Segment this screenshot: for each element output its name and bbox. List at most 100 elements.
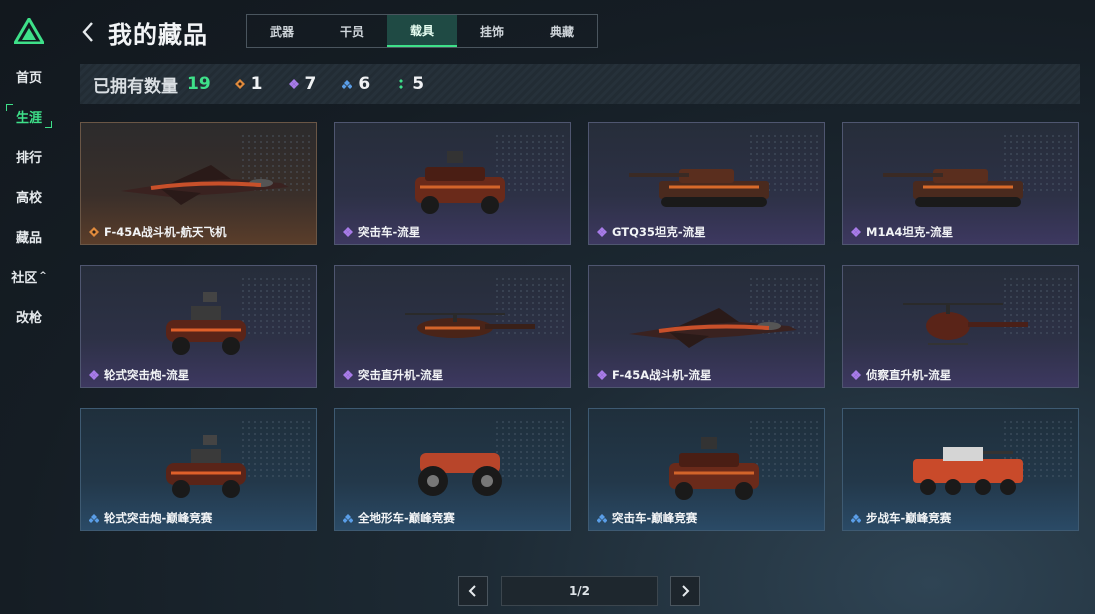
owned-count-label: 已拥有数量 [93,76,178,97]
sidebar-item-home[interactable]: 首页 [6,64,52,88]
stat-green-count: 5 [412,74,425,94]
orange-rarity-icon [234,79,245,89]
card-name: 突击车-巅峰竞赛 [612,511,698,525]
stat-blue: 6 [342,74,370,94]
page-indicator: 1/2 [501,576,658,606]
purple-rarity-icon [597,370,607,380]
stat-blue-count: 6 [358,74,371,94]
card-label: M1A4坦克-流星 [851,224,953,240]
collection-card[interactable]: 突击车-流星 [334,122,571,245]
orange-rarity-icon [89,227,99,237]
next-page-button[interactable] [670,576,700,606]
scout-helicopter-icon [903,303,1028,345]
assault-vehicle-icon [669,437,759,500]
owned-total: 19 [187,74,211,94]
sidebar: 首页 生涯 排行 高校 藏品 社区 ^ 改枪 [0,0,58,614]
page-title: 我的藏品 [108,21,208,49]
sidebar-item-label: 高校 [15,190,42,206]
collection-card[interactable]: 突击车-巅峰竞赛 [588,408,825,531]
card-name: 步战车-巅峰竞赛 [866,511,952,525]
card-label: 突击直升机-流星 [343,367,443,383]
purple-rarity-icon [597,227,607,237]
attack-helicopter-icon [405,313,535,338]
card-label: F-45A战斗机-流星 [597,367,711,383]
collection-card[interactable]: 步战车-巅峰竞赛 [842,408,1079,531]
tank-icon [883,169,1023,207]
blue-rarity-icon [597,514,607,523]
blue-rarity-icon [89,514,99,523]
collection-card[interactable]: M1A4坦克-流星 [842,122,1079,245]
collection-card[interactable]: F-45A战斗机-流星 [588,265,825,388]
prev-page-button[interactable] [458,576,488,606]
card-name: M1A4坦克-流星 [866,225,954,239]
stat-orange: 1 [234,74,263,94]
sidebar-item-university[interactable]: 高校 [6,184,52,208]
collection-card[interactable]: 突击直升机-流星 [334,265,571,388]
stat-green: 5 [396,74,424,94]
stat-purple-count: 7 [304,74,317,94]
chevron-left-icon [468,585,476,597]
green-rarity-icon [399,79,404,89]
card-name: GTQ35坦克-流星 [612,225,706,239]
sidebar-item-community[interactable]: 社区 ^ [6,264,52,288]
purple-rarity-icon [288,79,299,89]
purple-rarity-icon [89,370,99,380]
tab-operators[interactable]: 干员 [317,15,387,47]
collection-card[interactable]: 轮式突击炮-流星 [80,265,317,388]
assault-vehicle-icon [415,151,505,214]
chevron-right-icon [682,585,690,597]
card-name: 侦察直升机-流星 [866,368,952,382]
tab-weapons[interactable]: 武器 [247,15,317,47]
jet-icon [121,165,289,205]
back-arrow-icon[interactable] [80,20,96,44]
card-label: 轮式突击炮-巅峰竞赛 [89,510,212,526]
card-label: GTQ35坦克-流星 [597,224,706,240]
card-label: 突击车-流星 [343,224,420,240]
sidebar-item-label: 生涯 [15,110,42,126]
category-tabs: 武器 干员 载具 挂饰 典藏 [246,14,598,48]
sidebar-item-label: 藏品 [15,230,42,246]
collection-grid: F-45A战斗机-航天飞机 突击车-流星 GTQ35坦克-流星 M1A4坦克-流星轮式… [80,122,1080,531]
stat-purple: 7 [288,74,317,94]
tab-vehicles[interactable]: 载具 [387,15,457,47]
sidebar-item-ranking[interactable]: 排行 [6,144,52,168]
collection-card[interactable]: GTQ35坦克-流星 [588,122,825,245]
sidebar-item-label: 首页 [15,70,42,86]
sidebar-item-label: 排行 [15,150,42,166]
collection-card[interactable]: F-45A战斗机-航天飞机 [80,122,317,245]
ifv-icon [913,447,1023,495]
blue-rarity-icon [342,80,353,89]
stat-orange-count: 1 [250,74,263,94]
chevron-up-icon: ^ [39,271,47,281]
card-label: 突击车-巅峰竞赛 [597,510,697,526]
tank-icon [629,169,769,207]
card-label: F-45A战斗机-航天飞机 [89,224,226,240]
collection-card[interactable]: 侦察直升机-流星 [842,265,1079,388]
card-label: 侦察直升机-流星 [851,367,951,383]
app-logo-icon[interactable] [14,18,44,44]
collection-card[interactable]: 全地形车-巅峰竞赛 [334,408,571,531]
purple-rarity-icon [851,370,861,380]
sidebar-item-collection[interactable]: 藏品 [6,224,52,248]
tab-archive[interactable]: 典藏 [527,15,597,47]
collection-card[interactable]: 轮式突击炮-巅峰竞赛 [80,408,317,531]
card-label: 轮式突击炮-流星 [89,367,189,383]
sidebar-item-gunsmith[interactable]: 改枪 [6,304,52,328]
card-name: F-45A战斗机-航天飞机 [104,225,227,239]
wheeled-gun-icon [166,292,246,355]
ownership-stats-bar: 已拥有数量 19 1 7 6 5 [80,64,1080,104]
card-name: 突击直升机-流星 [358,368,444,382]
wheeled-gun-icon [166,435,246,498]
card-label: 步战车-巅峰竞赛 [851,510,951,526]
sidebar-item-label: 社区 [11,270,38,286]
sidebar-item-career[interactable]: 生涯 [6,104,52,128]
purple-rarity-icon [343,227,353,237]
card-label: 全地形车-巅峰竞赛 [343,510,455,526]
card-name: F-45A战斗机-流星 [612,368,712,382]
card-name: 轮式突击炮-巅峰竞赛 [104,511,213,525]
blue-rarity-icon [343,514,353,523]
tab-pendants[interactable]: 挂饰 [457,15,527,47]
card-name: 突击车-流星 [358,225,421,239]
purple-rarity-icon [851,227,861,237]
purple-rarity-icon [343,370,353,380]
